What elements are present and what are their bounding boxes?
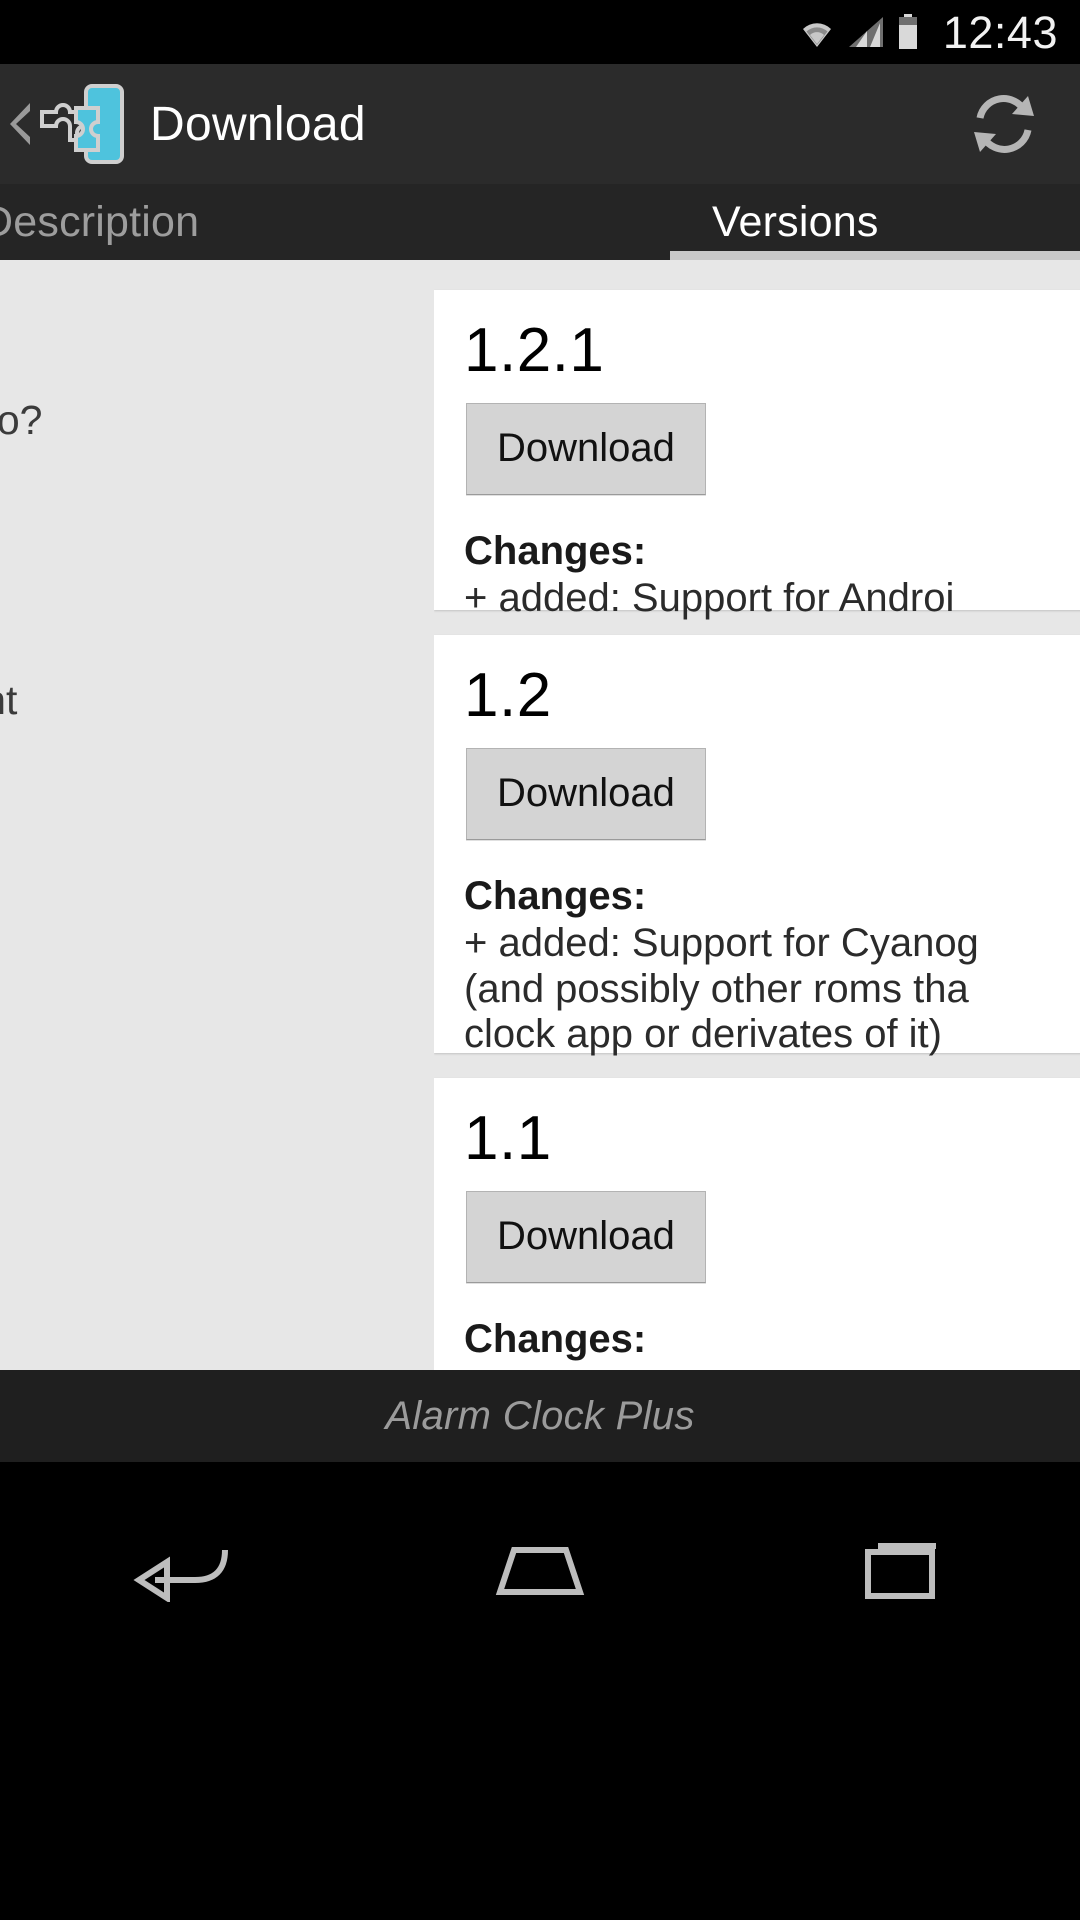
wifi-icon: [797, 15, 837, 49]
android-screen: 12:43 Download Description Versions o? t…: [0, 0, 1080, 1920]
action-bar: Download: [0, 64, 1080, 226]
version-card: 1.2.1 Download Changes: + added: Support…: [434, 290, 1080, 620]
home-nav-icon: [490, 1536, 590, 1607]
description-line: k - for example unread: [0, 720, 413, 760]
refresh-button[interactable]: [962, 84, 1046, 164]
status-bar: 12:43: [0, 0, 1080, 64]
tab-strip[interactable]: Description Versions: [0, 184, 1080, 260]
description-line: look at your phone to: [0, 440, 413, 480]
description-line: e only a few. More might: [0, 677, 18, 723]
description-line: l you about anything.: [0, 600, 413, 640]
version-card: 1.2 Download Changes: + added: Support f…: [434, 635, 1080, 1056]
cellular-signal-icon: [847, 15, 887, 49]
tab-description[interactable]: Description: [0, 184, 199, 260]
view-pager[interactable]: morning as much as i do? look at your ph…: [0, 260, 1080, 1370]
tab-selected-indicator: [670, 251, 1080, 260]
page-title: Download: [150, 97, 366, 151]
back-nav-icon: [125, 1536, 235, 1607]
description-line: morning as much as i do?: [0, 397, 43, 443]
description-paragraph-2: everytime you snooze l you about anythin…: [0, 560, 413, 760]
recents-nav-button[interactable]: [810, 1516, 990, 1626]
description-paragraph-3: AOSP Clock/Alarm App d.deskclock): [0, 878, 413, 958]
recents-nav-icon: [850, 1536, 950, 1607]
description-line: AOSP Clock/Alarm App: [0, 878, 413, 919]
status-icons: 12:43: [797, 10, 1058, 55]
version-number: 1.2: [464, 661, 552, 730]
version-card: 1.1 Download Changes: + added: Can hide …: [434, 1078, 1080, 1370]
change-line: + added: Support for Cyanog: [464, 921, 979, 966]
description-line: d use a variety of: [0, 640, 413, 680]
description-line: d.deskclock): [0, 918, 413, 958]
description-line: everytime you snooze: [0, 560, 413, 600]
description-page: morning as much as i do? look at your ph…: [0, 260, 430, 1370]
changes-label: Changes:: [464, 529, 647, 574]
changes-label: Changes:: [464, 1317, 647, 1362]
back-nav-button[interactable]: [90, 1516, 270, 1626]
back-caret-icon: [8, 101, 34, 147]
refresh-icon: [962, 95, 1046, 168]
battery-icon: [897, 14, 919, 50]
tab-versions[interactable]: Versions: [712, 184, 879, 260]
module-name-footer: Alarm Clock Plus: [0, 1370, 1080, 1462]
download-button[interactable]: Download: [466, 1191, 706, 1284]
version-number: 1.2.1: [464, 316, 605, 385]
status-clock: 12:43: [942, 6, 1058, 58]
change-line: clock app or derivates of it): [464, 1012, 942, 1057]
xposed-puzzle-icon: [36, 82, 128, 166]
changes-label: Changes:: [464, 874, 647, 919]
module-name-text: Alarm Clock Plus: [385, 1393, 695, 1438]
change-line: (and possibly other roms tha: [464, 966, 969, 1011]
up-navigation-button[interactable]: [8, 82, 138, 166]
home-nav-button[interactable]: [450, 1516, 630, 1626]
versions-page: 1.2.1 Download Changes: + added: Support…: [434, 260, 1080, 1370]
change-line: + added: Support for Androi: [464, 576, 955, 621]
system-navigation-bar: [0, 1462, 1080, 1920]
download-button[interactable]: Download: [466, 748, 706, 841]
version-number: 1.1: [464, 1104, 552, 1173]
description-paragraph-1: morning as much as i do? look at your ph…: [0, 400, 413, 480]
download-button[interactable]: Download: [466, 403, 706, 496]
